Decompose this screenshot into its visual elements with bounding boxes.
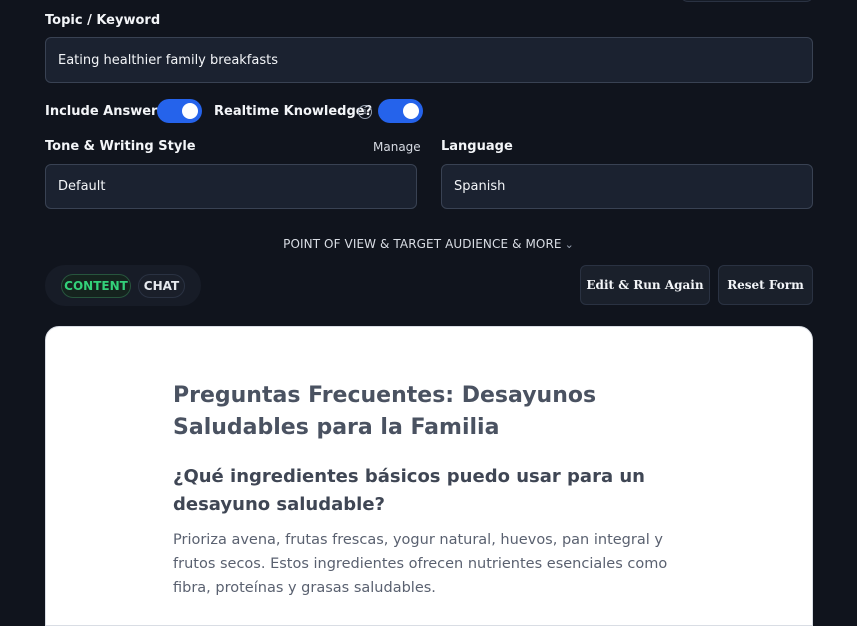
info-icon[interactable]: i (358, 105, 372, 119)
tone-select[interactable]: Default (45, 164, 417, 209)
toggle-knob (182, 103, 198, 119)
content-answer: Prioriza avena, frutas frescas, yogur na… (173, 532, 668, 596)
chevron-down-icon: ⌄ (564, 238, 574, 251)
top-button-partial[interactable] (680, 0, 814, 2)
content-title: Preguntas Frecuentes: Desayunos Saludabl… (173, 383, 597, 440)
pov-expander[interactable]: POINT OF VIEW & TARGET AUDIENCE & MORE ⌄ (0, 237, 857, 251)
include-answers-toggle[interactable] (157, 99, 202, 123)
edit-run-again-button[interactable]: Edit & Run Again (580, 265, 710, 305)
tone-label: Tone & Writing Style (45, 139, 196, 154)
content-question: ¿Qué ingredientes básicos puedo usar par… (173, 466, 645, 515)
tone-select-value: Default (58, 179, 106, 194)
tab-chat[interactable]: CHAT (138, 274, 185, 298)
realtime-knowledge-toggle[interactable] (378, 99, 423, 123)
pov-label: POINT OF VIEW & TARGET AUDIENCE & MORE (283, 237, 562, 251)
language-select-value: Spanish (454, 179, 506, 194)
topic-input-value: Eating healthier family breakfasts (58, 52, 278, 68)
reset-form-button[interactable]: Reset Form (718, 265, 813, 305)
topic-input[interactable]: Eating healthier family breakfasts (45, 37, 813, 83)
topic-label: Topic / Keyword (45, 13, 161, 28)
manage-link[interactable]: Manage (373, 140, 421, 154)
toggle-knob (403, 103, 419, 119)
language-select[interactable]: Spanish (441, 164, 813, 209)
realtime-knowledge-label: Realtime Knowledge? (214, 104, 373, 119)
tab-group: CONTENT CHAT (45, 265, 201, 306)
tab-content[interactable]: CONTENT (61, 274, 131, 298)
language-label: Language (441, 139, 513, 154)
include-answers-label: Include Answers? (45, 104, 173, 119)
